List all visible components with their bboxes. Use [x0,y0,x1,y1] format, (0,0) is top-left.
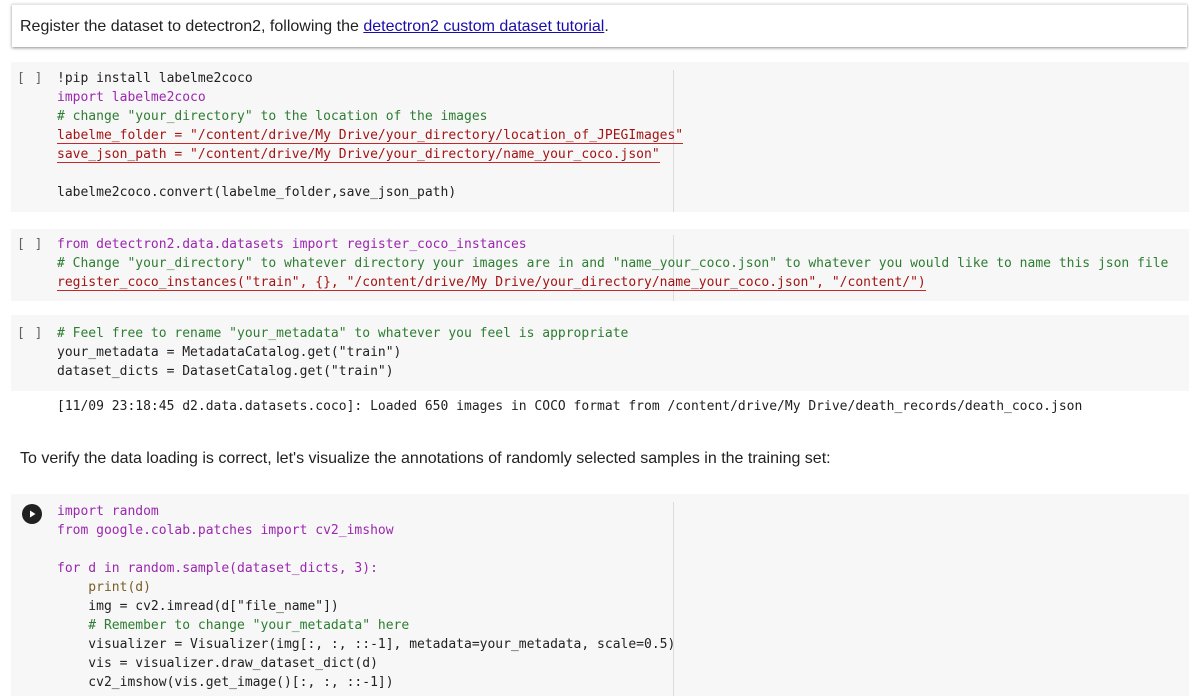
code-line: register_coco_instances("train", {}, "/c… [57,275,926,291]
run-cell-bracket[interactable]: [ ] [17,71,43,86]
run-cell-bracket[interactable]: [ ] [17,237,43,252]
code-cell-1[interactable]: [ ] !pip install labelme2coco import lab… [11,62,1189,212]
code-line-comment: # Change "your_directory" to whatever di… [57,256,1169,271]
intro-suffix: . [604,18,609,35]
code-editor[interactable]: !pip install labelme2coco import labelme… [57,69,684,202]
code-line: your_metadata = MetadataCatalog.get("tra… [57,345,402,360]
code-line: from detectron2.data.datasets import reg… [57,237,527,252]
code-editor[interactable]: from detectron2.data.datasets import reg… [57,235,1168,292]
code-line-comment: # change "your_directory" to the locatio… [57,109,488,124]
code-line: print(d) [57,580,151,595]
markdown-cell-intro[interactable]: Register the dataset to detectron2, foll… [12,4,1187,47]
code-line-comment: # Feel free to rename "your_metadata" to… [57,326,629,341]
code-line: !pip install labelme2coco [57,71,253,86]
code-editor[interactable]: import random from google.colab.patches … [57,502,675,692]
run-cell-button[interactable] [22,504,42,524]
play-icon [30,510,36,518]
code-line: import random [57,504,159,519]
cell-output: [11/09 23:18:45 d2.data.datasets.coco]: … [57,399,1083,414]
intro-text: Register the dataset to detectron2, foll… [20,18,609,36]
markdown-cell-verify: To verify the data loading is correct, l… [20,450,831,467]
run-cell-bracket[interactable]: [ ] [17,326,43,341]
code-line: img = cv2.imread(d["file_name"]) [57,599,339,614]
tutorial-link[interactable]: detectron2 custom dataset tutorial [363,18,604,35]
code-line: visualizer = Visualizer(img[:, :, ::-1],… [57,637,676,652]
code-line: labelme2coco.convert(labelme_folder,save… [57,185,457,200]
code-line: save_json_path = "/content/drive/My Driv… [57,147,660,163]
code-line: labelme_folder = "/content/drive/My Driv… [57,128,684,144]
code-line-comment: # Remember to change "your_metadata" her… [57,618,410,633]
code-line: from google.colab.patches import cv2_ims… [57,523,394,538]
code-line: for d in random.sample(dataset_dicts, 3)… [57,561,378,576]
code-cell-2[interactable]: [ ] from detectron2.data.datasets import… [11,229,1189,301]
code-line: import labelme2coco [57,90,206,105]
code-line: dataset_dicts = DatasetCatalog.get("trai… [57,364,394,379]
code-line: vis = visualizer.draw_dataset_dict(d) [57,656,378,671]
code-cell-4[interactable]: import random from google.colab.patches … [11,494,1189,696]
intro-prefix: Register the dataset to detectron2, foll… [20,18,364,35]
code-cell-3[interactable]: [ ] # Feel free to rename "your_metadata… [11,315,1189,391]
code-line: cv2_imshow(vis.get_image()[:, :, ::-1]) [57,675,394,690]
code-editor[interactable]: # Feel free to rename "your_metadata" to… [57,324,628,381]
